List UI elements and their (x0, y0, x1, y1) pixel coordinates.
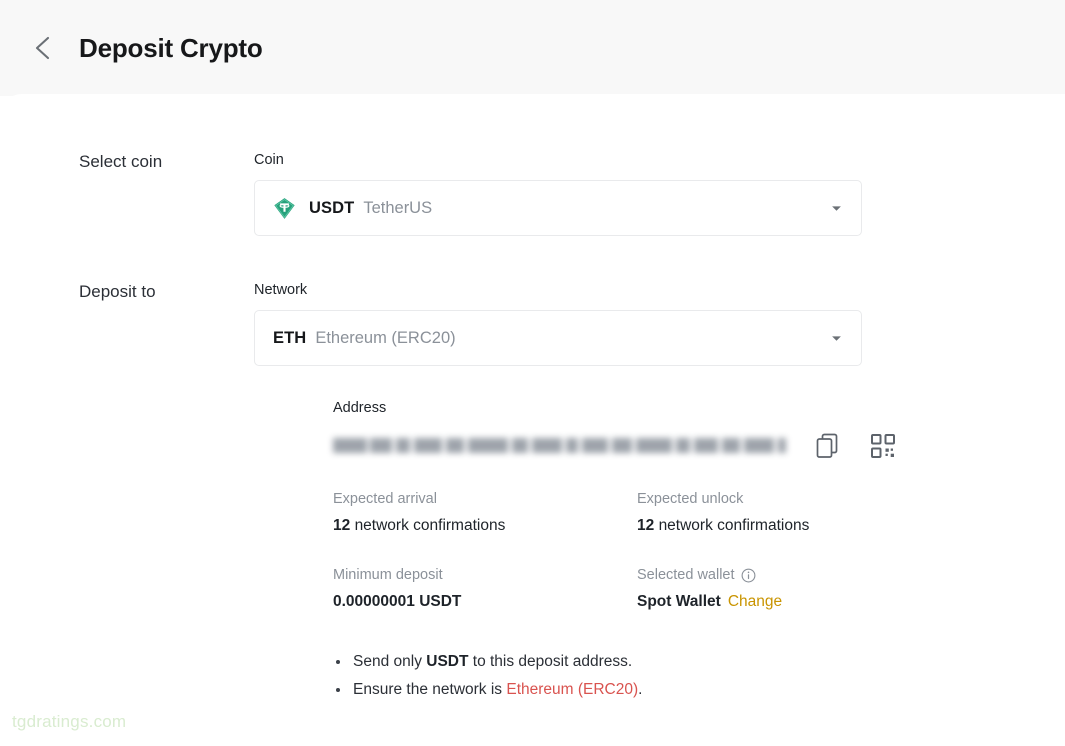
expected-unlock-value: 12 network confirmations (637, 517, 893, 536)
deposit-to-label: Deposit to (79, 282, 156, 301)
address-line (333, 431, 898, 461)
selected-wallet-label: Selected wallet (637, 567, 893, 584)
header-content: Deposit Crypto (0, 0, 1065, 96)
note-item-network: Ensure the network is Ethereum (ERC20). (335, 680, 643, 699)
back-button[interactable] (26, 31, 60, 65)
selected-wallet-cell: Selected wallet Spot Wallet Change (637, 567, 893, 612)
coin-name: TetherUS (363, 198, 433, 217)
note2-pre: Ensure the network is (353, 681, 507, 699)
network-select[interactable]: ETH Ethereum (ERC20) (254, 310, 862, 367)
note1-coin-token: USDT (426, 653, 469, 670)
page-header: Deposit Crypto (0, 0, 1065, 96)
coin-select[interactable]: USDT TetherUS (254, 180, 862, 237)
selected-wallet-label-text: Selected wallet (637, 566, 735, 583)
info-row-deposit-wallet: Minimum deposit 0.00000001 USDT Selected… (333, 567, 893, 612)
expected-arrival-value: 12 network confirmations (333, 517, 637, 536)
copy-icon (816, 434, 838, 459)
coin-field-group: Coin USDT TetherUS (254, 152, 1065, 237)
select-coin-row: Select coin Coin USDT TetherUS (0, 152, 1065, 237)
minimum-deposit-cell: Minimum deposit 0.00000001 USDT (333, 567, 637, 612)
address-actions (813, 431, 898, 461)
site-watermark: tgdratings.com (12, 712, 127, 731)
select-coin-label: Select coin (79, 152, 163, 171)
minimum-deposit-value: 0.00000001 USDT (333, 593, 637, 612)
chevron-left-icon (35, 36, 50, 60)
expected-arrival-label: Expected arrival (333, 491, 437, 507)
coin-field-label: Coin (254, 152, 284, 168)
network-name: Ethereum (ERC20) (315, 328, 456, 347)
address-label: Address (333, 400, 387, 416)
qr-code-icon (871, 434, 895, 459)
selected-wallet-value: Spot Wallet Change (637, 593, 893, 612)
expected-unlock-label: Expected unlock (637, 491, 744, 507)
selected-wallet-name: Spot Wallet (637, 593, 721, 611)
deposit-to-row: Deposit to Network ETH Ethereum (ERC20) (0, 282, 1065, 367)
note2-post: . (638, 681, 643, 699)
expected-unlock-cell: Expected unlock 12 network confirmations (637, 491, 893, 536)
deposit-address-value (333, 436, 786, 457)
coin-select-value: USDT TetherUS (273, 197, 831, 220)
caret-down-icon (832, 336, 841, 341)
page-title: Deposit Crypto (79, 33, 263, 63)
network-field-label: Network (254, 282, 308, 298)
caret-down-icon (832, 206, 841, 211)
change-wallet-link[interactable]: Change (728, 593, 782, 610)
network-select-value: ETH Ethereum (ERC20) (273, 329, 831, 348)
expected-unlock-number: 12 (637, 517, 655, 535)
expected-unlock-text: network confirmations (658, 517, 810, 535)
deposit-notes-list: Send only USDT to this deposit address. … (333, 652, 642, 708)
tether-usdt-icon (274, 198, 295, 219)
note2-network-token: Ethereum (ERC20) (506, 681, 639, 699)
deposit-info-grid: Expected arrival 12 network confirmation… (333, 491, 893, 643)
info-circle-icon[interactable] (741, 568, 756, 583)
note1-pre: Send only (353, 653, 427, 670)
address-block: Address (333, 400, 898, 461)
note-item-send-only: Send only USDT to this deposit address. (335, 652, 642, 671)
info-row-confirmations: Expected arrival 12 network confirmation… (333, 491, 893, 536)
copy-address-button[interactable] (813, 431, 843, 461)
expected-arrival-cell: Expected arrival 12 network confirmation… (333, 491, 637, 536)
network-field-group: Network ETH Ethereum (ERC20) (254, 282, 1065, 367)
minimum-deposit-label: Minimum deposit (333, 566, 443, 583)
expected-arrival-number: 12 (333, 517, 351, 535)
note1-post: to this deposit address. (468, 653, 633, 670)
expected-arrival-text: network confirmations (354, 517, 506, 535)
network-symbol: ETH (273, 328, 307, 347)
coin-symbol: USDT (309, 198, 355, 217)
show-qr-code-button[interactable] (868, 431, 898, 461)
minimum-deposit-amount: 0.00000001 USDT (333, 593, 462, 611)
